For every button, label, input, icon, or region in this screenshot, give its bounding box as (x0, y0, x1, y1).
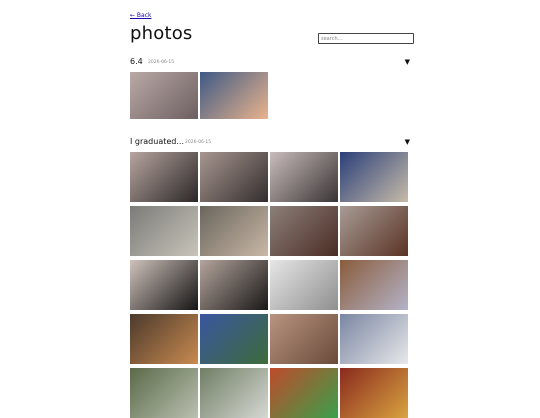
photo-image (130, 72, 198, 119)
back-link[interactable]: ← Back (130, 12, 152, 19)
photo-image (270, 206, 338, 256)
search-input[interactable] (318, 33, 414, 44)
photo-image (340, 206, 408, 256)
photo-image (200, 206, 268, 256)
photo-thumbnail[interactable] (200, 152, 268, 202)
photo-thumbnail[interactable] (130, 260, 198, 310)
photo-image (200, 314, 268, 364)
photo-image (270, 260, 338, 310)
photo-thumbnail[interactable] (130, 314, 198, 364)
photo-thumbnail[interactable] (340, 368, 408, 418)
album-title: I graduated... (130, 137, 184, 146)
photo-image (270, 314, 338, 364)
photo-image (130, 368, 198, 418)
photo-image (340, 314, 408, 364)
collapse-toggle-icon[interactable]: ▼ (405, 57, 410, 67)
photo-thumbnail[interactable] (200, 314, 268, 364)
photo-image (200, 72, 268, 119)
album-header: I graduated... 2026-06-15 ▼ (130, 136, 410, 148)
photo-image (130, 314, 198, 364)
photo-thumbnail[interactable] (130, 206, 198, 256)
photo-image (200, 368, 268, 418)
page-title: photos (130, 23, 193, 44)
photo-image (340, 152, 408, 202)
photo-thumbnail[interactable] (200, 260, 268, 310)
photo-thumbnail[interactable] (340, 152, 408, 202)
album-title: 6.4 (130, 57, 143, 66)
photo-thumbnail[interactable] (270, 368, 338, 418)
album-header: 6.4 2026-06-15 ▼ (130, 56, 410, 68)
photo-thumbnail[interactable] (200, 206, 268, 256)
photo-thumbnail[interactable] (200, 368, 268, 418)
photo-thumbnail[interactable] (340, 206, 408, 256)
photo-thumbnail[interactable] (270, 152, 338, 202)
collapse-toggle-icon[interactable]: ▼ (405, 137, 410, 147)
photo-image (130, 206, 198, 256)
photo-image (270, 368, 338, 418)
photo-thumbnail[interactable] (270, 206, 338, 256)
photo-image (200, 152, 268, 202)
photo-image (130, 260, 198, 310)
photo-thumbnail[interactable] (270, 260, 338, 310)
photo-image (340, 368, 408, 418)
photo-image (130, 152, 198, 202)
photo-thumbnail[interactable] (130, 368, 198, 418)
photo-image (200, 260, 268, 310)
photo-thumbnail[interactable] (340, 260, 408, 310)
album-date: 2026-06-15 (185, 140, 212, 145)
photo-thumbnail[interactable] (270, 314, 338, 364)
photo-image (270, 152, 338, 202)
photo-thumbnail[interactable] (340, 314, 408, 364)
photo-thumbnail[interactable] (130, 72, 198, 119)
album-date: 2026-06-15 (148, 60, 175, 65)
photo-thumbnail[interactable] (200, 72, 268, 119)
photo-thumbnail[interactable] (130, 152, 198, 202)
photo-image (340, 260, 408, 310)
